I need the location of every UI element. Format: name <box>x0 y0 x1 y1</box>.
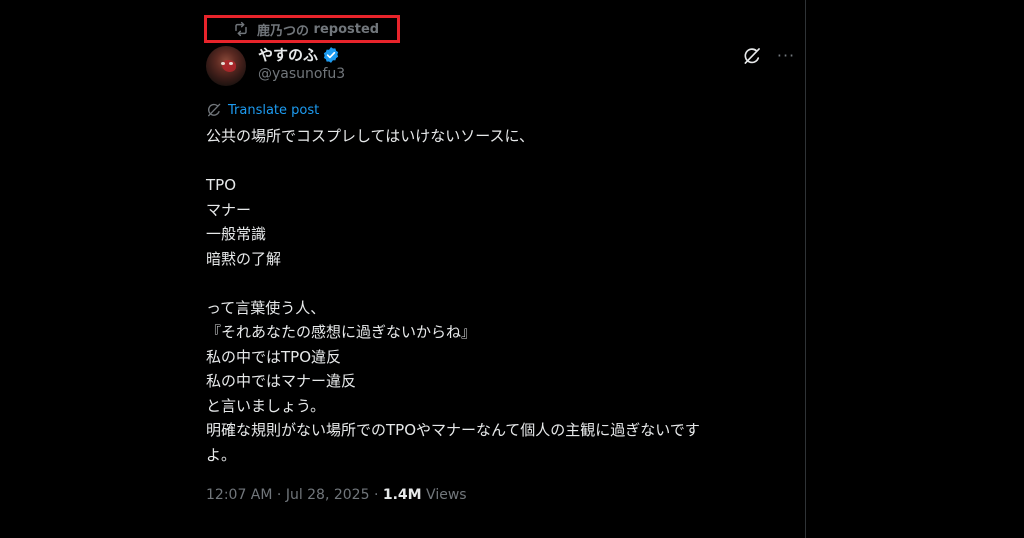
post-line: TPO <box>206 176 237 194</box>
repost-icon <box>233 21 249 37</box>
post-meta: 12:07 AM · Jul 28, 2025 · 1.4M Views <box>206 487 467 503</box>
post-line: 私の中ではマナー違反 <box>206 372 357 390</box>
post-line: 『それあなたの感想に過ぎないからね』 <box>206 323 477 341</box>
post-container: 鹿乃つの reposted やすのふ @yasunofu3 · ·· Transl… <box>194 0 806 538</box>
post-time[interactable]: 12:07 AM <box>206 487 272 503</box>
avatar-eye-left <box>221 62 225 65</box>
post-line: よ。 <box>206 445 237 464</box>
post-text: 公共の場所でコスプレしてはいけないソースに、 TPO マナー 一般常識 暗黙の了… <box>206 124 796 467</box>
post-line: と言いましょう。 <box>206 396 326 415</box>
author-row: やすのふ @yasunofu3 ··· <box>206 44 794 86</box>
views-count: 1.4M <box>382 487 422 503</box>
repost-user[interactable]: 鹿乃つの <box>257 20 309 39</box>
meta-separator: · <box>272 487 286 503</box>
post-line: 私の中ではTPO違反 <box>206 347 342 366</box>
avatar-eye-right <box>229 62 233 65</box>
post-line: 暗黙の了解 <box>206 249 282 268</box>
grok-icon[interactable] <box>742 46 762 66</box>
post-line: って言葉使う人、 <box>206 298 326 317</box>
post-date[interactable]: Jul 28, 2025 <box>286 487 370 503</box>
meta-separator: · <box>369 487 383 503</box>
display-name-text[interactable]: やすのふ <box>258 44 318 65</box>
translate-label[interactable]: Translate post <box>228 103 319 118</box>
verified-badge-icon[interactable] <box>322 46 340 64</box>
post-line: 公共の場所でコスプレしてはいけないソースに、 <box>206 127 535 145</box>
post-line: マナー <box>206 200 252 219</box>
author-handle[interactable]: @yasunofu3 <box>258 66 345 82</box>
author-display-name[interactable]: やすのふ <box>258 44 340 65</box>
translate-post-link[interactable]: Translate post <box>206 102 319 118</box>
post-line: 一般常識 <box>206 225 267 243</box>
repost-header[interactable]: 鹿乃つの reposted <box>204 15 400 43</box>
repost-label: reposted <box>313 21 380 37</box>
translate-icon <box>206 102 222 118</box>
avatar[interactable] <box>206 46 246 86</box>
views-label: Views <box>421 487 467 503</box>
more-icon[interactable]: ··· <box>776 46 796 66</box>
post-line: 明確な規則がない場所でのTPOやマナーなんて個人の主観に過ぎないです <box>206 421 700 439</box>
